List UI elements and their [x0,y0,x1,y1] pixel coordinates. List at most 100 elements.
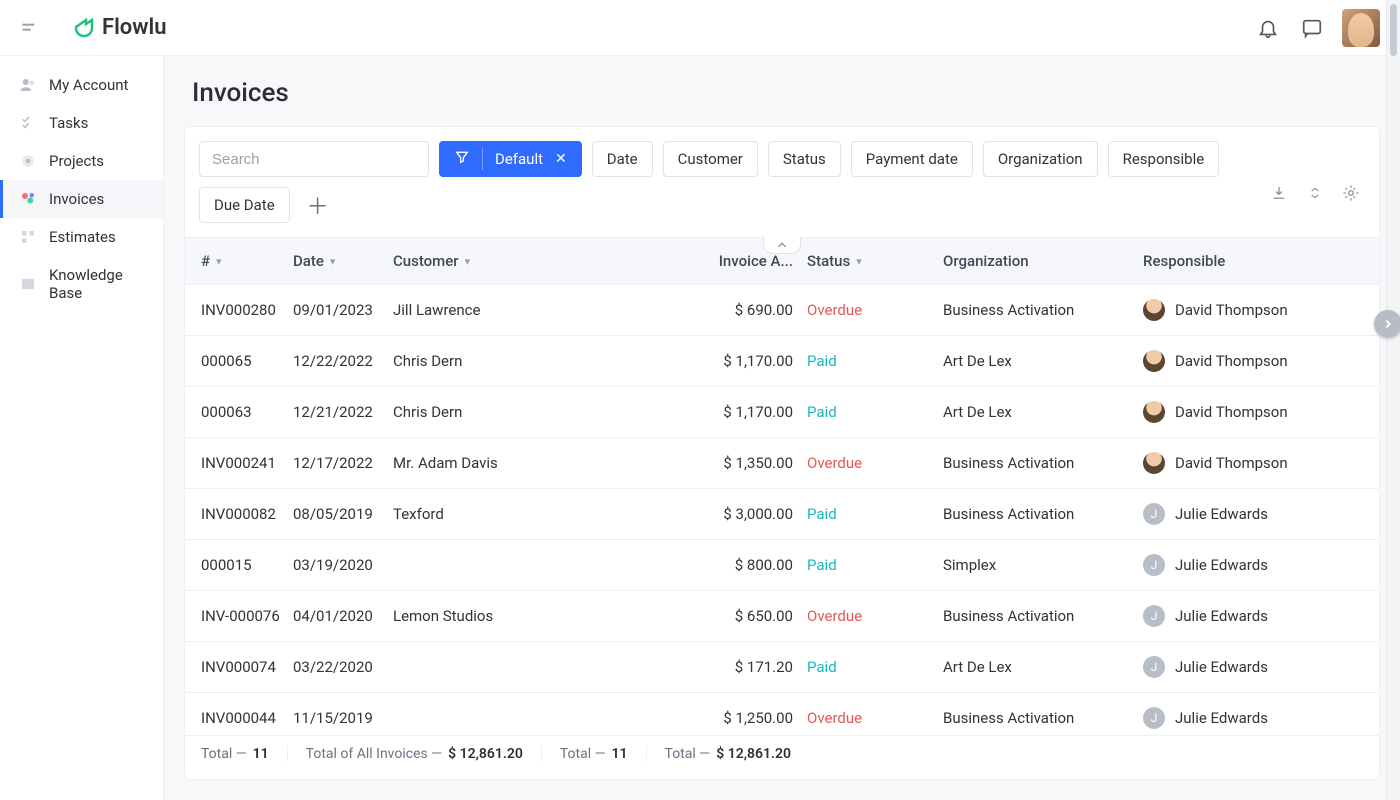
close-icon[interactable]: ✕ [555,151,567,167]
column-status[interactable]: Status▾ [793,252,943,270]
table-row[interactable]: INV00024112/17/2022Mr. Adam Davis$ 1,350… [185,438,1379,489]
table-row[interactable]: INV00028009/01/2023Jill Lawrence$ 690.00… [185,285,1379,336]
cell-number: INV000082 [201,503,293,525]
table-row[interactable]: 00006512/22/2022Chris Dern$ 1,170.00Paid… [185,336,1379,387]
cell-responsible: JJulie Edwards [1143,554,1363,576]
cell-organization: Business Activation [943,503,1143,525]
cell-date: 03/19/2020 [293,554,393,576]
table-row[interactable]: 00006312/21/2022Chris Dern$ 1,170.00Paid… [185,387,1379,438]
filter-default-chip[interactable]: Default ✕ [439,141,582,177]
cell-date: 04/01/2020 [293,605,393,627]
cell-responsible: JJulie Edwards [1143,605,1363,627]
filter-icon [454,149,470,169]
cell-customer [393,656,683,678]
table-row[interactable]: INV00004411/15/2019$ 1,250.00OverdueBusi… [185,693,1379,735]
cell-customer: Jill Lawrence [393,299,683,321]
menu-toggle-icon[interactable] [18,16,42,40]
sidebar-item-projects[interactable]: Projects [0,142,163,180]
cell-number: INV000241 [201,452,293,474]
table-row[interactable]: INV00008208/05/2019Texford$ 3,000.00Paid… [185,489,1379,540]
cell-number: INV000074 [201,656,293,678]
cell-organization: Business Activation [943,452,1143,474]
gear-icon[interactable] [1341,183,1361,203]
filter-chip-organization[interactable]: Organization [983,141,1098,177]
sidebar-item-invoices[interactable]: Invoices [0,180,163,218]
chevron-down-icon: ▾ [216,255,222,268]
cell-responsible: David Thompson [1143,452,1363,474]
cell-number: 000063 [201,401,293,423]
chevron-down-icon: ▾ [465,255,471,268]
messages-icon[interactable] [1294,10,1330,46]
cell-organization: Business Activation [943,707,1143,729]
cell-customer: Texford [393,503,683,525]
tasks-icon [19,114,37,132]
sidebar-item-label: Knowledge Base [49,266,147,302]
cell-customer [393,554,683,576]
next-page-button[interactable] [1374,310,1400,338]
sidebar-item-label: Invoices [49,190,104,208]
column-amount[interactable]: Invoice A... [683,252,793,270]
filter-chip-responsible[interactable]: Responsible [1108,141,1220,177]
column-organization[interactable]: Organization [943,252,1143,270]
cell-status: Paid [793,350,943,372]
add-filter-button[interactable]: ＋ [304,191,332,219]
table-row[interactable]: 00001503/19/2020$ 800.00PaidSimplexJJuli… [185,540,1379,591]
book-icon [19,275,37,293]
filter-default-label: Default [495,150,543,168]
avatar [1143,401,1165,423]
filters-row-2: Due Date ＋ [185,177,1379,237]
user-avatar[interactable] [1342,9,1380,47]
cell-customer [393,707,683,729]
column-number[interactable]: #▾ [201,252,293,270]
collapse-all-icon[interactable] [1305,183,1325,203]
filter-chip-date[interactable]: Date [592,141,653,177]
avatar: J [1143,656,1165,678]
sidebar-item-estimates[interactable]: Estimates [0,218,163,256]
cell-status: Paid [793,656,943,678]
avatar: J [1143,605,1165,627]
main-content: Invoices Default ✕ DateCustomerStatusPay… [164,56,1400,800]
cell-date: 11/15/2019 [293,707,393,729]
filter-chip-customer[interactable]: Customer [663,141,758,177]
page-scrollbar[interactable] [1386,0,1400,800]
cell-number: 000065 [201,350,293,372]
invoices-panel: Default ✕ Date Customer Status Payment date… [184,126,1380,780]
table-row[interactable]: INV00007403/22/2020$ 171.20PaidArt De Le… [185,642,1379,693]
table: #▾ Date▾ Customer▾ Invoice A... Status▾ … [185,237,1379,779]
search-input[interactable] [199,141,429,177]
cell-number: INV000044 [201,707,293,729]
cell-amount: $ 1,250.00 [683,707,793,729]
filter-chip-status[interactable]: Status [768,141,841,177]
cell-status: Overdue [793,299,943,321]
cell-customer: Chris Dern [393,401,683,423]
sidebar-item-knowledge-base[interactable]: Knowledge Base [0,256,163,312]
download-icon[interactable] [1269,183,1289,203]
sidebar-item-my-account[interactable]: My Account [0,66,163,104]
column-responsible[interactable]: Responsible [1143,252,1363,270]
cell-number: 000015 [201,554,293,576]
app-logo[interactable]: Flowlu [72,15,167,40]
column-date[interactable]: Date▾ [293,252,393,270]
cell-responsible: JJulie Edwards [1143,707,1363,729]
sidebar-item-label: Projects [49,152,104,170]
avatar [1143,350,1165,372]
sidebar-item-tasks[interactable]: Tasks [0,104,163,142]
collapse-handle[interactable] [763,237,801,254]
filter-chip-due-date[interactable]: Due Date [199,187,290,223]
cell-amount: $ 800.00 [683,554,793,576]
cell-status: Paid [793,503,943,525]
cell-amount: $ 1,350.00 [683,452,793,474]
chevron-down-icon: ▾ [330,255,336,268]
column-customer[interactable]: Customer▾ [393,252,683,270]
cell-amount: $ 171.20 [683,656,793,678]
cell-organization: Business Activation [943,299,1143,321]
chevron-down-icon: ▾ [856,255,862,268]
filter-chip-payment-date[interactable]: Payment date [851,141,973,177]
cell-status: Overdue [793,605,943,627]
totals-bar: Total — 11 Total of All Invoices — $ 12,… [185,735,1379,772]
user-icon [19,76,37,94]
table-row[interactable]: INV-00007604/01/2020Lemon Studios$ 650.0… [185,591,1379,642]
cell-responsible: David Thompson [1143,401,1363,423]
projects-icon [19,152,37,170]
notifications-icon[interactable] [1250,10,1286,46]
